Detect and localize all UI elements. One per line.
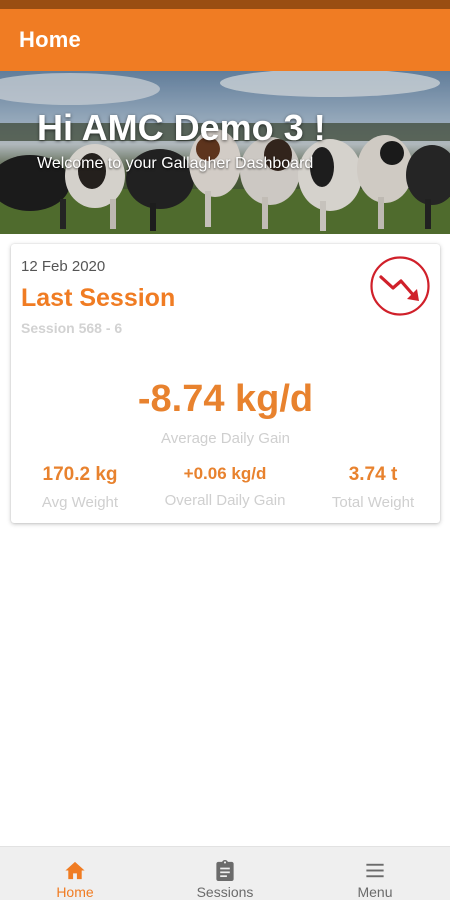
total-weight-stat: 3.74 t Total Weight xyxy=(316,464,430,511)
bottom-navigation: Home Sessions Menu xyxy=(0,846,450,900)
nav-label-sessions: Sessions xyxy=(196,884,254,900)
nav-label-home: Home xyxy=(56,884,94,900)
welcome-subtitle: Welcome to your Gallagher Dashboard xyxy=(37,155,314,172)
total-weight-label: Total Weight xyxy=(331,494,415,511)
last-session-card[interactable]: 12 Feb 2020 Last Session Session 568 - 6… xyxy=(11,244,440,523)
app-bar: Home xyxy=(0,9,450,71)
page-title: Home xyxy=(19,27,81,52)
menu-icon xyxy=(366,863,384,878)
avg-weight-label: Avg Weight xyxy=(41,494,119,511)
nav-item-sessions[interactable]: Sessions xyxy=(150,847,300,900)
overall-daily-gain-value: +0.06 kg/d xyxy=(183,464,267,483)
total-weight-value: 3.74 t xyxy=(348,464,398,485)
overall-daily-gain-stat: +0.06 kg/d Overall Daily Gain xyxy=(154,464,296,509)
clipboard-icon xyxy=(216,859,234,882)
avg-weight-value: 170.2 kg xyxy=(42,464,118,485)
session-card-title: Last Session xyxy=(21,284,176,312)
cattle-photo xyxy=(0,71,450,234)
average-daily-gain-label: Average Daily Gain xyxy=(161,430,290,447)
hero-banner: Hi AMC Demo 3 ! Welcome to your Gallaghe… xyxy=(0,71,450,234)
status-bar xyxy=(0,0,450,9)
session-id: Session 568 - 6 xyxy=(21,320,123,336)
avg-weight-stat: 170.2 kg Avg Weight xyxy=(25,464,135,511)
trending-down-icon xyxy=(370,256,430,316)
nav-item-home[interactable]: Home xyxy=(0,847,150,900)
average-daily-gain-value: -8.74 kg/d xyxy=(137,378,314,420)
greeting-heading: Hi AMC Demo 3 ! xyxy=(37,107,326,148)
home-icon xyxy=(65,861,85,880)
nav-label-menu: Menu xyxy=(357,884,393,900)
session-date: 12 Feb 2020 xyxy=(21,258,106,275)
nav-item-menu[interactable]: Menu xyxy=(300,847,450,900)
overall-daily-gain-label: Overall Daily Gain xyxy=(164,492,286,509)
